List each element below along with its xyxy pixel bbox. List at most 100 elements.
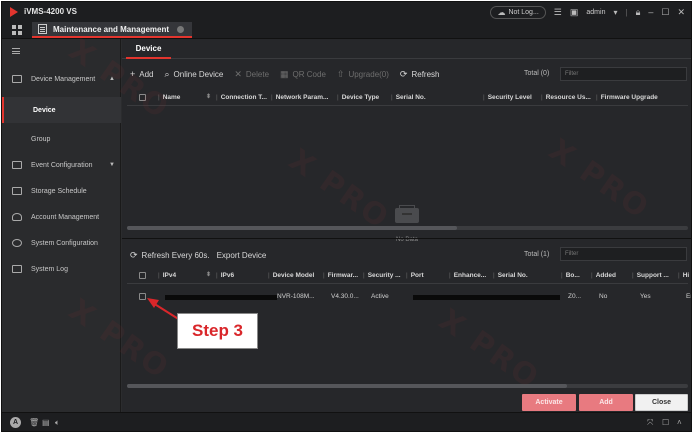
column-header[interactable]: Device Model [268, 272, 315, 279]
user-menu[interactable]: admin [586, 9, 605, 16]
delete-label: Delete [245, 69, 270, 79]
scroll-thumb[interactable] [127, 226, 457, 230]
log-icon [12, 265, 22, 273]
image-icon[interactable]: ▣ [570, 7, 579, 17]
online-total: Total (1) [524, 251, 550, 258]
refresh-every-button[interactable]: ⟳ Refresh Every 60s. [130, 250, 210, 261]
column-header[interactable]: Security ... [363, 272, 401, 279]
tab-device[interactable]: Device [126, 39, 171, 59]
online-filter-input[interactable]: Filter [560, 247, 687, 261]
chevron-up-icon[interactable]: ˄ [677, 418, 682, 427]
device-filter-input[interactable]: Filter [560, 67, 687, 81]
trash-icon[interactable]: 🗑︎ [29, 418, 39, 427]
column-header[interactable]: Serial No. [391, 94, 426, 101]
window-icon[interactable]: ☐ [662, 418, 669, 427]
sidebar: Device Management ▲ Device Group Event C… [2, 39, 121, 412]
module-grid-icon[interactable] [12, 25, 22, 35]
online-device-button[interactable]: ⌕ Online Device [165, 69, 224, 80]
scroll-thumb[interactable] [127, 384, 567, 388]
qr-code-icon: ▦ [280, 68, 289, 79]
hamburger-icon[interactable] [12, 48, 20, 54]
menu-list-icon[interactable]: ☰ [554, 7, 562, 17]
column-header[interactable]: Network Param... [271, 94, 329, 101]
sidebar-item-label: Device Management [31, 75, 96, 83]
column-header[interactable]: Connection T... [216, 94, 267, 101]
pin-icon[interactable]: ⤧ [647, 418, 653, 428]
column-header[interactable]: Resource Us... [541, 94, 591, 101]
minimize-icon[interactable]: – [648, 7, 653, 17]
chevron-down-icon[interactable]: ▾ [613, 8, 617, 17]
close-button[interactable]: Close [635, 394, 688, 411]
sort-icon[interactable]: ⬍ [206, 271, 211, 278]
column-header[interactable]: Port [406, 272, 424, 279]
device-management-icon [12, 75, 22, 83]
sidebar-item-event-configuration[interactable]: Event Configuration ▼ [2, 152, 121, 178]
column-header[interactable]: Firmware Upgrade [596, 94, 658, 101]
column-header[interactable]: IPv6 [216, 272, 234, 279]
device-toolbar: + Add ⌕ Online Device ✕ Delete ▦ QR Code… [130, 67, 439, 81]
column-header[interactable]: Firmwar... [323, 272, 358, 279]
refresh-icon: ⟳ [130, 249, 138, 260]
online-table-header: IPv4 ⬍ IPv6 Device Model Firmwar... Secu… [127, 268, 690, 284]
speaker-icon[interactable]: 🔈︎ [55, 418, 60, 428]
sidebar-item-system-configuration[interactable]: System Configuration [2, 230, 121, 256]
export-device-button[interactable]: Export Device [217, 251, 267, 260]
app-title: iVMS-4200 VS [24, 7, 77, 16]
column-header[interactable]: Serial No. [493, 272, 528, 279]
document-icon [38, 24, 47, 34]
online-table-scrollbar[interactable] [127, 384, 688, 388]
sidebar-item-account-management[interactable]: Account Management [2, 204, 121, 230]
qr-code-button[interactable]: ▦ QR Code [280, 69, 326, 80]
maximize-icon[interactable]: ☐ [661, 7, 669, 17]
delete-button[interactable]: ✕ Delete [234, 69, 269, 80]
subtab-bar: Device [122, 39, 691, 59]
column-header[interactable]: Hi [678, 272, 690, 279]
activate-button[interactable]: Activate [522, 394, 576, 411]
column-header[interactable]: Security Level [483, 94, 532, 101]
device-table-scrollbar[interactable] [127, 226, 688, 230]
select-all-checkbox[interactable] [139, 272, 146, 279]
upgrade-button[interactable]: ⇧ Upgrade(0) [337, 69, 389, 80]
sidebar-item-device[interactable]: Device [2, 97, 121, 123]
column-header[interactable]: IPv4 [158, 272, 176, 279]
column-header[interactable]: Support ... [632, 272, 669, 279]
select-all-checkbox[interactable] [139, 94, 146, 101]
sidebar-item-group[interactable]: Group [2, 126, 121, 152]
tab-close-icon[interactable] [177, 25, 185, 33]
search-icon: ⌕ [164, 68, 170, 79]
device-table-header: Name ⬍ Connection T... Network Param... … [127, 90, 688, 106]
alarm-icon[interactable]: A [10, 417, 21, 428]
column-header[interactable]: Added [591, 272, 616, 279]
sidebar-item-device-management[interactable]: Device Management ▲ [2, 66, 121, 92]
grid-icon[interactable]: ▤ [42, 418, 50, 427]
refresh-button[interactable]: ⟳ Refresh [400, 69, 440, 80]
lock-icon[interactable]: 🔒︎ [636, 7, 641, 17]
sort-icon[interactable]: ⬍ [206, 93, 211, 100]
sidebar-item-label: Account Management [31, 213, 100, 221]
row-checkbox[interactable] [139, 293, 146, 300]
security-cell: Active [371, 293, 389, 300]
sidebar-item-label: Storage Schedule [31, 187, 87, 195]
empty-box-icon [395, 205, 419, 223]
account-icon [12, 213, 22, 221]
table-row[interactable]: NVR-108M... V4.30.0... Active Z0... No Y… [127, 288, 691, 304]
online-device-label: Online Device [173, 69, 224, 79]
column-header[interactable]: Device Type [337, 94, 379, 101]
app-logo-icon [10, 7, 18, 17]
login-status-button[interactable]: ☁ Not Log... [490, 5, 546, 19]
column-header[interactable]: Enhance... [449, 272, 487, 279]
column-header[interactable]: Name [158, 94, 181, 101]
divider: | [625, 7, 628, 17]
tab-maintenance-management[interactable]: Maintenance and Management [32, 22, 192, 38]
tab-label: Maintenance and Management [53, 24, 170, 34]
refresh-every-label: Refresh Every 60s. [141, 250, 210, 260]
sidebar-item-storage-schedule[interactable]: Storage Schedule [2, 178, 121, 204]
sidebar-item-system-log[interactable]: System Log [2, 256, 121, 282]
add-device-button[interactable]: Add [579, 394, 633, 411]
sidebar-item-label: Device [33, 106, 56, 114]
close-icon[interactable]: ✕ [677, 7, 685, 17]
device-total: Total (0) [524, 70, 550, 77]
add-button[interactable]: + Add [130, 69, 154, 79]
close-icon: ✕ [234, 68, 242, 79]
column-header[interactable]: Bo... [561, 272, 580, 279]
